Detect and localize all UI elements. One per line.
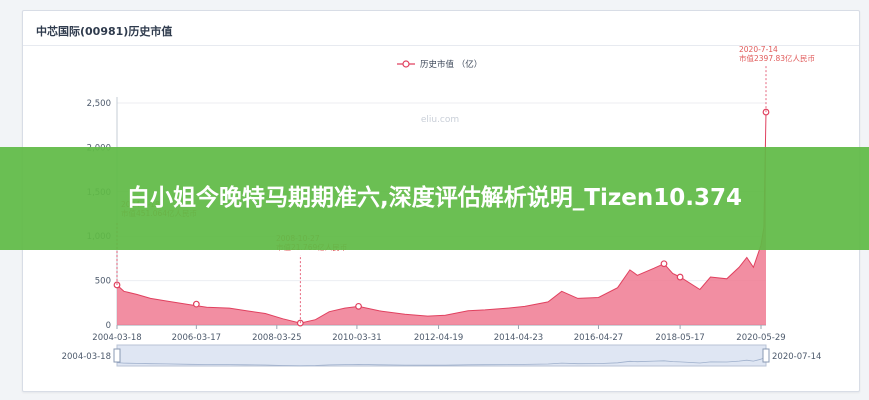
zoom-start-label: 2004-03-18 xyxy=(62,352,111,362)
x-tick-label: 2012-04-19 xyxy=(414,333,463,343)
data-marker xyxy=(192,300,200,308)
x-tick-label: 2014-04-23 xyxy=(494,333,543,343)
x-tick-label: 2006-03-17 xyxy=(172,333,221,343)
annotation-value: 市值2397.83亿人民币 xyxy=(739,53,815,63)
data-marker xyxy=(676,273,684,281)
data-marker xyxy=(660,260,668,268)
zoom-handle-right[interactable] xyxy=(762,348,770,363)
watermark-text: eliu.com xyxy=(421,115,459,125)
x-tick-label: 2020-05-29 xyxy=(736,333,785,343)
annotation-date: 2020-7-14 xyxy=(739,45,778,54)
x-tick-label: 2016-04-27 xyxy=(574,333,623,343)
x-tick-label: 2008-03-25 xyxy=(252,333,301,343)
y-tick-label: 2,500 xyxy=(87,99,111,109)
legend-marker xyxy=(402,60,410,68)
zoom-end-label: 2020-07-14 xyxy=(772,352,821,362)
zoom-handle-left[interactable] xyxy=(113,348,121,363)
y-tick-label: 500 xyxy=(95,277,111,287)
overlay-banner: 白小姐今晚特马期期准六,深度评估解析说明_Tizen10.374 xyxy=(0,147,869,250)
legend-label: 历史市值 （亿） xyxy=(420,59,482,70)
banner-text: 白小姐今晚特马期期准六,深度评估解析说明_Tizen10.374 xyxy=(127,185,742,211)
x-tick-label: 2018-05-17 xyxy=(655,333,704,343)
zoom-range-track xyxy=(116,344,767,367)
data-marker xyxy=(355,302,362,310)
x-tick-label: 2010-03-31 xyxy=(332,333,381,343)
y-tick-label: 0 xyxy=(106,321,111,331)
x-tick-label: 2004-03-18 xyxy=(92,333,141,343)
